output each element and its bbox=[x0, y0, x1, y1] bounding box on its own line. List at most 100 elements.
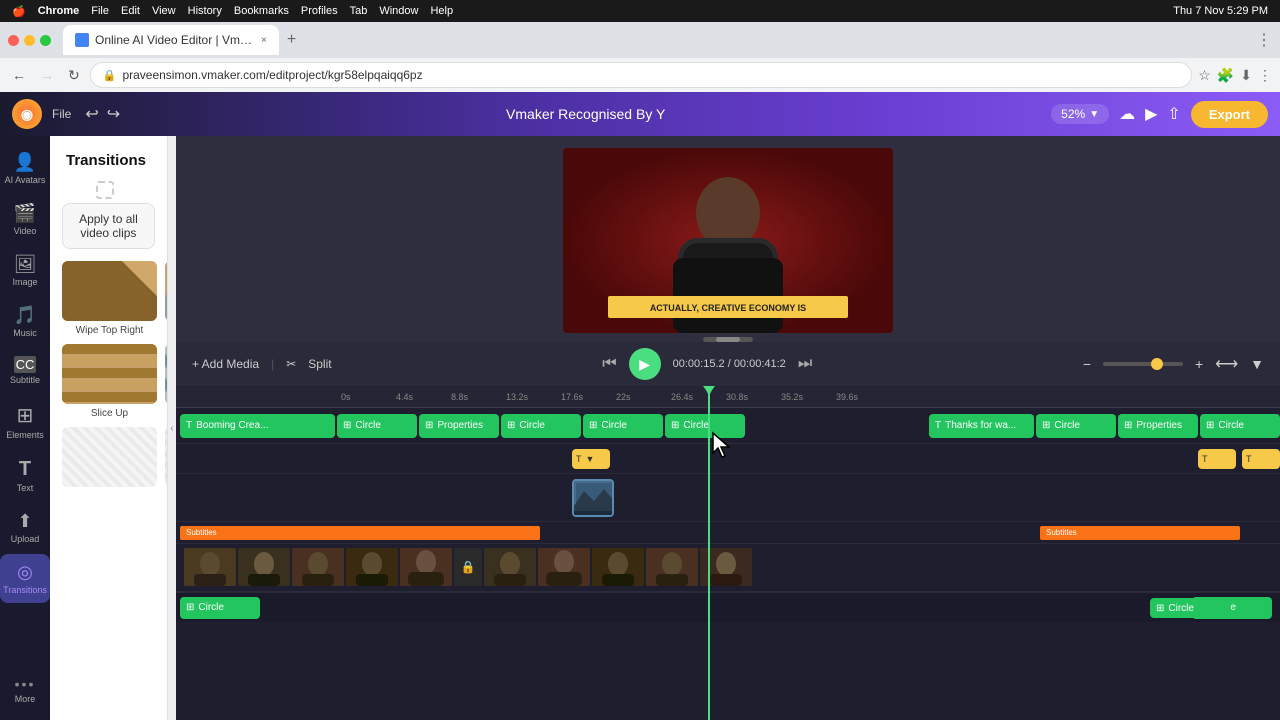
text-icon: T bbox=[19, 458, 31, 481]
filmstrip-row: 🔒 bbox=[176, 544, 1280, 592]
chrome-settings-icon[interactable]: ⋮ bbox=[1256, 30, 1272, 50]
sidebar-item-music[interactable]: 🎵 Music bbox=[0, 297, 50, 346]
mac-menu-chrome[interactable]: Chrome bbox=[38, 5, 80, 17]
apply-all-button[interactable]: Apply to all video clips bbox=[62, 203, 155, 249]
play-icon-inner: ▶ bbox=[639, 356, 650, 373]
zoom-out-button[interactable]: − bbox=[1083, 356, 1091, 372]
sidebar-item-elements[interactable]: ⊞ Elements bbox=[0, 395, 50, 448]
sidebar-item-image[interactable]: 🖼 Image bbox=[0, 246, 50, 295]
clip-properties-r[interactable]: ⊞ Properties bbox=[1118, 414, 1198, 438]
subtitle-segment-left[interactable]: Subtitles bbox=[180, 526, 540, 540]
transition-thumbnail-partial-1 bbox=[62, 427, 157, 487]
apple-icon[interactable]: 🍎 bbox=[12, 5, 26, 18]
clip-thanks[interactable]: T Thanks for wa... bbox=[929, 414, 1034, 438]
sidebar-item-upload[interactable]: ⬆ Upload bbox=[0, 503, 50, 552]
subtitle-segment-right[interactable]: Subtitles bbox=[1040, 526, 1240, 540]
transition-slice-up[interactable]: Slice Up bbox=[62, 344, 157, 419]
collapse-panel-button[interactable]: ‹ bbox=[168, 136, 176, 720]
sidebar-item-subtitle[interactable]: CC Subtitle bbox=[0, 348, 50, 393]
close-window-button[interactable] bbox=[8, 35, 19, 46]
clip-circle-bottom-right[interactable]: ⊞ Circle bbox=[1150, 598, 1230, 618]
clip-circle-r2[interactable]: ⊞ Circle bbox=[1200, 414, 1280, 438]
refresh-button[interactable]: ↻ bbox=[64, 63, 84, 88]
mac-menu-tab[interactable]: Tab bbox=[350, 5, 368, 17]
zoom-in-button[interactable]: + bbox=[1195, 356, 1203, 372]
traffic-lights[interactable] bbox=[8, 35, 51, 46]
extensions-icon[interactable]: 🧩 bbox=[1217, 67, 1234, 84]
ruler-mark-5: 22s bbox=[616, 392, 671, 402]
clip-circle-4[interactable]: ⊞ Circle bbox=[665, 414, 745, 438]
clip-circle-3[interactable]: ⊞ Circle bbox=[583, 414, 663, 438]
clip-icon-y1: T bbox=[576, 454, 582, 464]
clip-yellow-2[interactable]: T bbox=[1198, 449, 1236, 469]
mac-menu-file[interactable]: File bbox=[91, 5, 109, 17]
ai-avatars-icon: 👤 bbox=[14, 152, 36, 173]
tab-close-button[interactable]: × bbox=[261, 35, 267, 46]
ruler-mark-7: 30.8s bbox=[726, 392, 781, 402]
mac-menu-bookmarks[interactable]: Bookmarks bbox=[234, 5, 289, 17]
new-tab-button[interactable]: + bbox=[283, 27, 300, 53]
clip-yellow-3[interactable]: T bbox=[1242, 449, 1280, 469]
clip-circle-bottom-left[interactable]: ⊞ Circle bbox=[180, 597, 260, 619]
mac-menu-window[interactable]: Window bbox=[379, 5, 418, 17]
video-clip-thumbnail[interactable] bbox=[572, 479, 614, 517]
sidebar-item-more[interactable]: ••• More bbox=[0, 668, 50, 712]
transition-partial-1[interactable] bbox=[62, 427, 157, 487]
app-menu-file[interactable]: File bbox=[52, 107, 71, 121]
clip-circle-r1[interactable]: ⊞ Circle bbox=[1036, 414, 1116, 438]
play-icon[interactable]: ▶ bbox=[1145, 104, 1157, 124]
undo-button[interactable]: ↩ bbox=[85, 104, 98, 124]
clip-booming-crea[interactable]: T Booming Crea... bbox=[180, 414, 335, 438]
split-button[interactable]: Split bbox=[308, 357, 331, 371]
mac-menu-left[interactable]: 🍎 Chrome File Edit View History Bookmark… bbox=[12, 5, 453, 18]
share-icon[interactable]: ⇧ bbox=[1167, 104, 1180, 124]
cloud-icon[interactable]: ☁ bbox=[1119, 104, 1135, 124]
ruler-mark-8: 35.2s bbox=[781, 392, 836, 402]
clip-yellow-1[interactable]: T ▼ bbox=[572, 449, 610, 469]
fit-button[interactable]: ⟷ bbox=[1215, 354, 1238, 374]
play-button[interactable]: ▶ bbox=[629, 348, 661, 380]
zoom-indicator[interactable]: 52% ▼ bbox=[1051, 104, 1109, 124]
clip-circle-1[interactable]: ⊞ Circle bbox=[337, 414, 417, 438]
sidebar-item-transitions[interactable]: ◎ Transitions bbox=[0, 554, 50, 603]
mac-menu-edit[interactable]: Edit bbox=[121, 5, 140, 17]
rewind-button[interactable]: ⏮ bbox=[602, 355, 616, 373]
timeline-zoom-slider[interactable] bbox=[1103, 362, 1183, 366]
maximize-window-button[interactable] bbox=[40, 35, 51, 46]
timeline-rows: T Booming Crea... ⊞ Circle ⊞ Properties bbox=[176, 408, 1280, 622]
download-icon[interactable]: ⬇ bbox=[1240, 67, 1252, 84]
sidebar-item-text[interactable]: T Text bbox=[0, 450, 50, 501]
mac-menu-history[interactable]: History bbox=[188, 5, 222, 17]
redo-button[interactable]: ↪ bbox=[107, 104, 120, 124]
timeline-expand-icon[interactable]: ▼ bbox=[1250, 356, 1264, 372]
subtitle-icon: CC bbox=[14, 356, 37, 373]
tab-title: Online AI Video Editor | Vma... bbox=[95, 33, 255, 47]
sidebar-item-ai-avatars[interactable]: 👤 AI Avatars bbox=[0, 144, 50, 193]
url-text: praveensimon.vmaker.com/editproject/kgr5… bbox=[122, 68, 422, 82]
active-tab[interactable]: Online AI Video Editor | Vma... × bbox=[63, 25, 279, 55]
back-button[interactable]: ← bbox=[8, 63, 30, 87]
clip-circle-2[interactable]: ⊞ Circle bbox=[501, 414, 581, 438]
transition-label-wipe-tr: Wipe Top Right bbox=[76, 325, 144, 336]
forward-button[interactable]: → bbox=[36, 63, 58, 87]
sidebar-item-video[interactable]: 🎬 Video bbox=[0, 195, 50, 244]
fast-forward-button[interactable]: ⏭ bbox=[798, 355, 812, 373]
mac-menu-view[interactable]: View bbox=[152, 5, 176, 17]
filmstrip: 🔒 bbox=[176, 548, 752, 588]
url-input[interactable]: 🔒 praveensimon.vmaker.com/editproject/kg… bbox=[90, 62, 1193, 88]
clip-icon-circle-r2: ⊞ bbox=[1206, 420, 1214, 431]
chrome-menu-icon[interactable]: ⋮ bbox=[1258, 67, 1272, 84]
transition-wipe-top-right[interactable]: Wipe Top Right bbox=[62, 261, 157, 336]
app-menu[interactable]: File bbox=[52, 107, 71, 121]
clip-icon-circle-bl: ⊞ bbox=[186, 602, 194, 613]
export-button[interactable]: Export bbox=[1191, 101, 1268, 128]
clip-label-booming: Booming Crea... bbox=[196, 420, 268, 431]
mac-menu-help[interactable]: Help bbox=[430, 5, 453, 17]
more-icon: ••• bbox=[15, 676, 36, 692]
mac-menu-profiles[interactable]: Profiles bbox=[301, 5, 338, 17]
minimize-window-button[interactable] bbox=[24, 35, 35, 46]
add-media-button[interactable]: + Add Media bbox=[192, 357, 259, 371]
sidebar-label-music: Music bbox=[13, 328, 37, 338]
bookmark-icon[interactable]: ☆ bbox=[1198, 67, 1211, 84]
clip-properties[interactable]: ⊞ Properties bbox=[419, 414, 499, 438]
